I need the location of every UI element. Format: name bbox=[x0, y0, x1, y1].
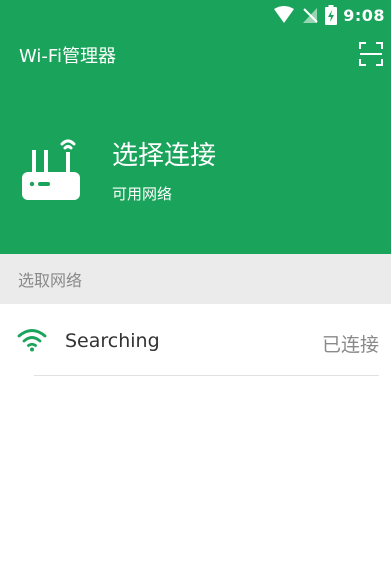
router-icon bbox=[22, 139, 80, 200]
wifi-icon bbox=[17, 329, 47, 352]
hero-title: 选择连接 bbox=[112, 141, 217, 171]
status-bar: 9:08 bbox=[0, 0, 391, 30]
section-header: 选取网络 bbox=[0, 254, 391, 304]
network-ssid: Searching bbox=[65, 330, 160, 352]
scan-icon[interactable] bbox=[359, 42, 383, 66]
divider bbox=[34, 375, 379, 376]
battery-charging-icon bbox=[325, 5, 338, 25]
hero-subtitle: 可用网络 bbox=[112, 185, 173, 203]
status-time: 9:08 bbox=[343, 5, 385, 25]
header: 9:08 Wi-Fi管理器 选择连接 可用网络 bbox=[0, 0, 391, 254]
section-label: 选取网络 bbox=[18, 271, 83, 290]
network-list-item[interactable]: Searching 已连接 bbox=[0, 304, 391, 376]
wifi-signal-icon bbox=[274, 6, 295, 23]
app-title: Wi-Fi管理器 bbox=[19, 46, 116, 67]
status-icons: 9:08 bbox=[273, 4, 385, 26]
cell-signal-off-icon bbox=[303, 8, 318, 23]
network-status: 已连接 bbox=[321, 334, 379, 356]
